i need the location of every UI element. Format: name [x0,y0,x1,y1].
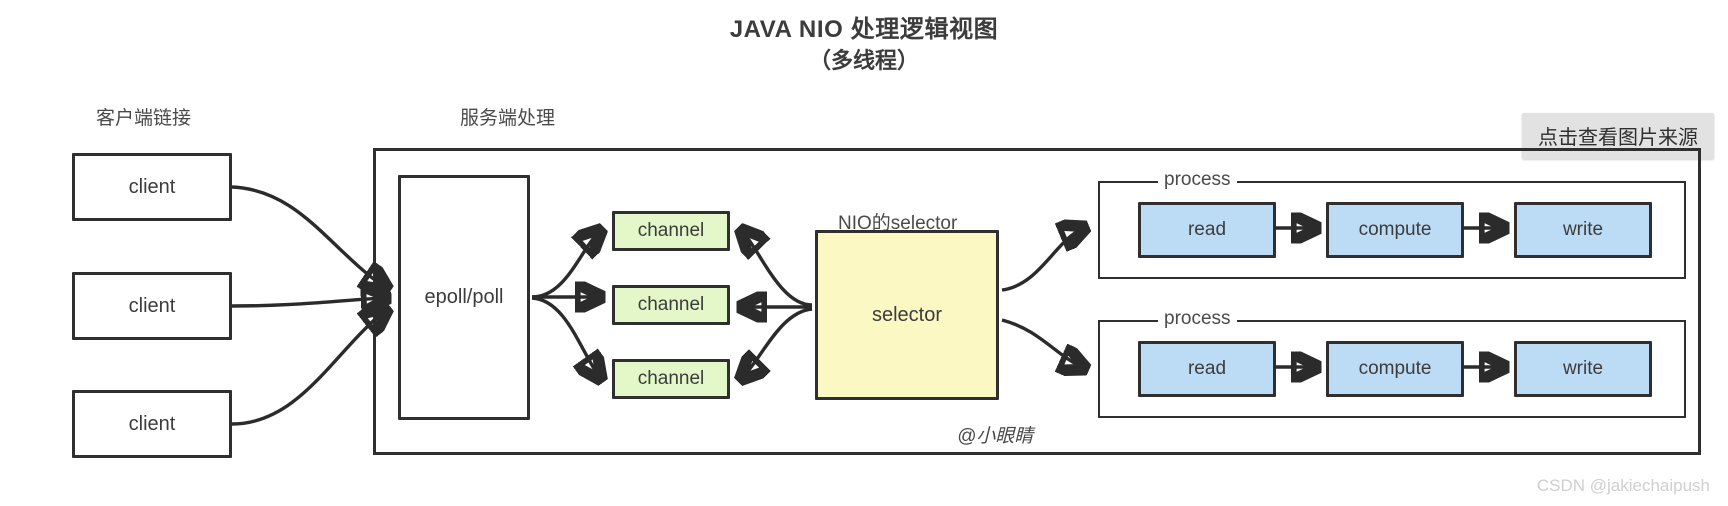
process-frame-1: process read compute write [1098,169,1686,279]
stage-compute-1: compute [1326,202,1464,258]
stage-label: read [1187,358,1227,379]
stage-write-2: write [1514,341,1652,397]
stage-label: write [1562,219,1604,240]
process-label: process [1158,169,1237,191]
title-main: JAVA NIO 处理逻辑视图 [729,16,999,43]
stage-read-1: read [1138,202,1276,258]
epoll-poll-box: epoll/poll [398,175,530,420]
caption-server-side: 服务端处理 [460,108,556,129]
client-box-3: client [72,390,232,458]
client-label: client [128,412,176,435]
channel-label: channel [637,294,705,315]
channel-box-1: channel [612,211,730,251]
client-box-1: client [72,153,232,221]
client-box-2: client [72,272,232,340]
selector-label: selector [871,303,943,326]
process-frame-2: process read compute write [1098,308,1686,418]
caption-client-side: 客户端链接 [96,108,192,129]
client-label: client [128,175,176,198]
selector-box: selector [815,230,999,400]
diagram-canvas: JAVA NIO 处理逻辑视图 （多线程） 客户端链接 服务端处理 点击查看图片… [0,0,1728,506]
stage-label: compute [1358,358,1432,379]
stage-read-2: read [1138,341,1276,397]
channel-label: channel [637,368,705,389]
epoll-poll-label: epoll/poll [424,286,504,308]
stage-label: compute [1358,219,1432,240]
stage-label: read [1187,219,1227,240]
channel-box-3: channel [612,359,730,399]
author-watermark: @小眼睛 [957,426,1034,447]
process-group-2: process read compute write [1098,308,1686,418]
channel-box-2: channel [612,285,730,325]
stage-compute-2: compute [1326,341,1464,397]
channel-label: channel [637,220,705,241]
stage-write-1: write [1514,202,1652,258]
client-label: client [128,294,176,317]
csdn-watermark: CSDN @jakiechaipush [1536,476,1710,495]
process-group-1: process read compute write [1098,169,1686,279]
title-subtitle: （多线程） [808,47,919,73]
stage-label: write [1562,358,1604,379]
process-label: process [1158,308,1237,330]
page-title: JAVA NIO 处理逻辑视图 （多线程） [0,14,1728,75]
